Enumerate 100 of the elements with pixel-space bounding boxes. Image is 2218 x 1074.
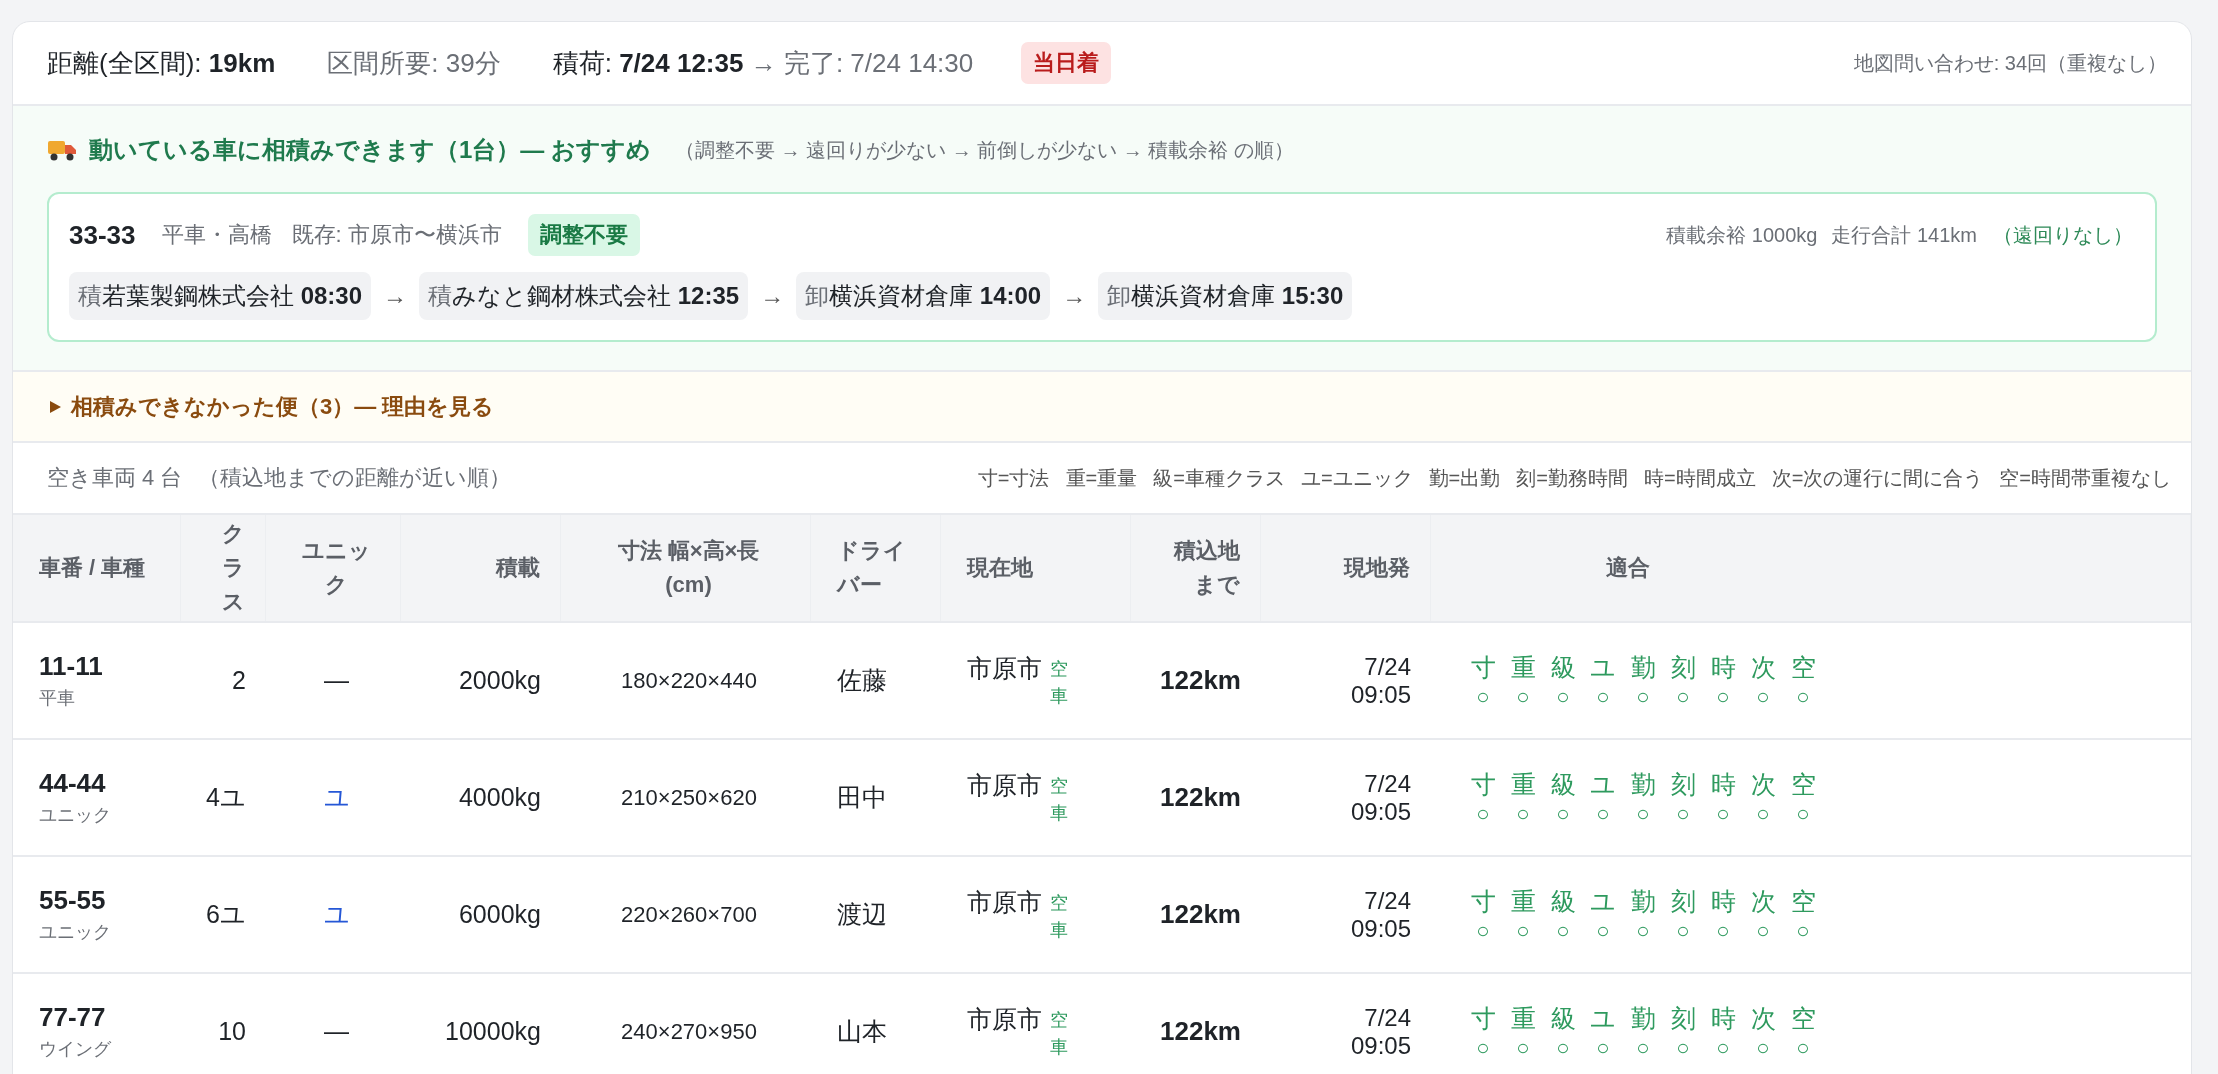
- fit-label: 級: [1550, 886, 1576, 917]
- fit-label: 重: [1510, 652, 1536, 683]
- size-cell: 220×260×700: [621, 901, 757, 928]
- existing-route: 既存: 市原市〜横浜市: [291, 221, 502, 249]
- class-cell: 10: [218, 1017, 246, 1046]
- vacant-label: 空車: [1050, 891, 1068, 942]
- column-header: 車番 / 車種: [39, 553, 146, 582]
- legend-item: 勤=出勤: [1428, 465, 1501, 491]
- fit-label: 時: [1710, 652, 1736, 683]
- load-cell: 4000kg: [458, 783, 541, 812]
- same-day-badge: 当日着: [1021, 42, 1112, 84]
- fit-label: 重: [1510, 886, 1536, 917]
- fit-mark: ○: [1676, 918, 1690, 944]
- fit-mark: ○: [1756, 684, 1770, 710]
- distance-label: 距離(全区間):: [47, 46, 202, 80]
- fit-label: 重: [1510, 1003, 1536, 1034]
- fit-mark: ○: [1796, 1035, 1810, 1061]
- sort-order-note: （調整不要 → 遠回りが少ない → 前倒しが少ない → 積載余裕 の順）: [675, 137, 1294, 163]
- fit-mark: ○: [1756, 1035, 1770, 1061]
- fit-label: ユ: [1590, 769, 1616, 800]
- fit-label: 刻: [1670, 652, 1696, 683]
- fit-mark: ○: [1516, 801, 1530, 827]
- route-stop: 卸横浜資材倉庫 14:00: [796, 272, 1051, 320]
- column-header: 適合: [1606, 553, 1650, 582]
- fit-mark: ○: [1756, 801, 1770, 827]
- fit-mark: ○: [1716, 918, 1730, 944]
- arrow-text: →: [383, 282, 408, 310]
- rejected-link[interactable]: 相積みできなかった便（3）— 理由を見る: [71, 391, 495, 422]
- loading-label: 積荷:: [552, 46, 612, 80]
- fit-mark: ○: [1476, 1035, 1490, 1061]
- legend-item: ユ=ユニック: [1300, 465, 1413, 491]
- fit-label: 寸: [1470, 886, 1496, 917]
- fit-mark: ○: [1476, 918, 1490, 944]
- fit-label: 時: [1710, 886, 1736, 917]
- distance-cell: 122km: [1160, 782, 1241, 813]
- fit-mark: ○: [1476, 801, 1490, 827]
- column-header: 積載: [496, 553, 540, 582]
- fit-mark: ○: [1676, 1035, 1690, 1061]
- driver-cell-text: 田中: [837, 782, 887, 813]
- fit-mark: ○: [1516, 918, 1530, 944]
- fit-label: 勤: [1630, 769, 1656, 800]
- fit-mark: ○: [1676, 801, 1690, 827]
- class-cell: 2: [232, 666, 246, 695]
- fit-label: 空: [1790, 886, 1816, 917]
- departure-time: 09:05: [1350, 1031, 1411, 1060]
- load-cell: 10000kg: [445, 1017, 541, 1046]
- departure-date: 7/24: [1364, 886, 1411, 915]
- vacant-label: 空車: [1050, 1008, 1068, 1059]
- distance-cell: 122km: [1160, 665, 1241, 696]
- driver-cell-text: 渡辺: [837, 899, 887, 930]
- fit-label: ユ: [1590, 886, 1616, 917]
- location-text: 市原市: [967, 1003, 1042, 1035]
- departure-date: 7/24: [1364, 652, 1411, 681]
- fit-label: 重: [1510, 769, 1536, 800]
- fit-mark: ○: [1796, 801, 1810, 827]
- unic-cell-text: ユ: [323, 899, 350, 930]
- arrow-text: →: [1062, 282, 1087, 310]
- fit-mark: ○: [1796, 684, 1810, 710]
- fit-label: 勤: [1630, 886, 1656, 917]
- fit-label: 次: [1750, 1003, 1776, 1034]
- fit-mark: ○: [1596, 684, 1610, 710]
- legend-item: 刻=勤務時間: [1516, 465, 1628, 491]
- driver-cell-text: 山本: [837, 1016, 887, 1047]
- completion-time: 完了: 7/24 14:30: [783, 46, 974, 80]
- sort-note: （積込地までの距離が近い順）: [198, 464, 512, 492]
- expand-icon[interactable]: [47, 398, 63, 415]
- distance-cell: 122km: [1160, 1016, 1241, 1047]
- size-cell: 180×220×440: [621, 667, 757, 694]
- route-stop: 積若葉製鋼株式会社 08:30: [69, 272, 372, 320]
- fit-label: 空: [1790, 769, 1816, 800]
- fit-label: 刻: [1670, 886, 1696, 917]
- legend-item: 次=次の運行に間に合う: [1771, 465, 1984, 491]
- vehicle-number: 55-55: [39, 885, 106, 916]
- legend-item: 重=重量: [1065, 465, 1138, 491]
- fit-label: 次: [1750, 769, 1776, 800]
- arrow-text: →: [750, 47, 777, 79]
- legend-item: 級=車種クラス: [1153, 465, 1285, 491]
- column-header: ドライバー: [837, 536, 907, 599]
- fit-label: 寸: [1470, 769, 1496, 800]
- fit-mark: ○: [1716, 684, 1730, 710]
- fit-label: 勤: [1630, 652, 1656, 683]
- location-text: 市原市: [967, 886, 1042, 918]
- status-badge: 調整不要: [527, 214, 640, 256]
- map-query-count: 地図問い合わせ: 34回（重複なし）: [1853, 50, 2167, 76]
- fit-mark: ○: [1516, 1035, 1530, 1061]
- departure-date: 7/24: [1364, 769, 1411, 798]
- distance-cell: 122km: [1160, 899, 1241, 930]
- class-cell-text: 4ユ: [206, 782, 246, 813]
- vehicle-type: 平車・高橋: [161, 221, 272, 249]
- vehicle-count: 空き車両 4 台: [47, 464, 183, 492]
- legend-item: 空=時間帯重複なし: [1999, 465, 2171, 491]
- column-header: 現地発: [1344, 553, 1410, 582]
- fit-label: 級: [1550, 652, 1576, 683]
- size-cell: 240×270×950: [621, 1018, 757, 1045]
- location-text: 市原市: [967, 769, 1042, 801]
- column-header: 積込地まで: [1172, 536, 1240, 599]
- capacity-text: 積載余裕 1000kg: [1666, 222, 1818, 248]
- class-cell-text: 6ユ: [206, 899, 246, 930]
- fit-mark: ○: [1596, 918, 1610, 944]
- column-header: 寸法 幅×高×長 (cm): [616, 536, 761, 599]
